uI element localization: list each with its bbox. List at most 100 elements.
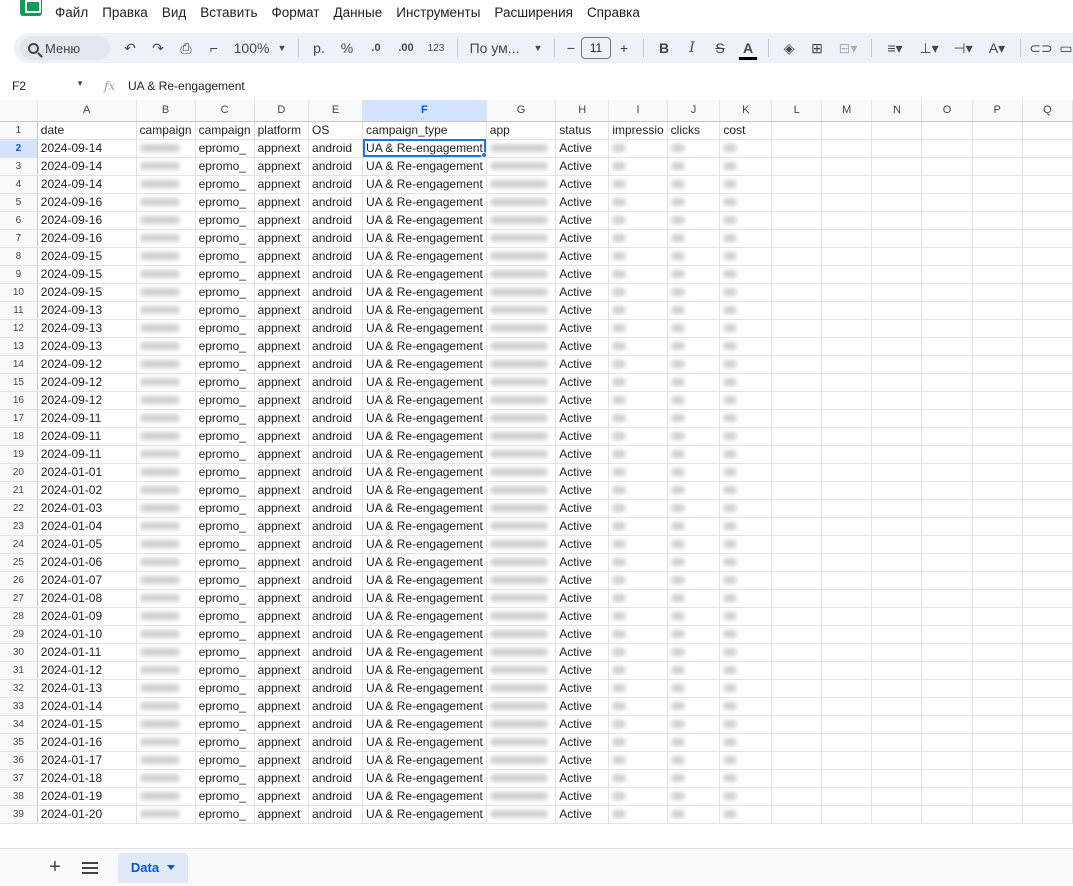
text-rotation-icon[interactable]: A▾ [980,35,1014,61]
campaign-type-cell[interactable]: UA & Re-engagement [362,301,487,320]
empty-cell[interactable] [1022,787,1073,806]
empty-cell[interactable] [972,301,1023,320]
campaign-type-cell[interactable]: UA & Re-engagement [362,553,487,572]
empty-cell[interactable] [771,121,823,140]
campaign-type-cell[interactable]: UA & Re-engagement [362,139,487,158]
empty-cell[interactable] [771,553,823,572]
row-number[interactable]: 15 [0,373,38,392]
campaign-cell[interactable] [136,589,196,608]
campaign-type-cell[interactable]: UA & Re-engagement [362,481,487,500]
empty-cell[interactable] [871,373,923,392]
impressions-cell[interactable] [608,319,668,338]
app-cell[interactable] [486,157,557,176]
empty-cell[interactable] [972,535,1023,554]
empty-cell[interactable] [821,463,873,482]
empty-cell[interactable] [1022,535,1073,554]
empty-cell[interactable] [771,733,823,752]
date-cell[interactable]: 2024-01-16 [37,733,137,752]
borders-icon[interactable]: ⊞ [803,35,831,61]
campaign-name-cell[interactable]: epromo_ [195,427,255,446]
campaign-cell[interactable] [136,373,196,392]
os-cell[interactable]: android [308,409,364,428]
empty-cell[interactable] [821,553,873,572]
row-number[interactable]: 3 [0,157,38,176]
campaign-type-cell[interactable]: UA & Re-engagement [362,571,487,590]
insert-comment-icon[interactable]: ▭ [1055,35,1073,61]
platform-cell[interactable]: appnext [254,427,310,446]
clicks-cell[interactable] [667,157,721,176]
campaign-type-cell[interactable]: UA & Re-engagement [362,697,487,716]
date-cell[interactable]: 2024-09-12 [37,373,137,392]
empty-cell[interactable] [871,265,923,284]
os-cell[interactable]: android [308,427,364,446]
campaign-name-cell[interactable]: epromo_ [195,805,255,824]
clicks-cell[interactable] [667,409,721,428]
campaign-cell[interactable] [136,607,196,626]
font-select[interactable]: По ум... ▼ [464,35,548,61]
empty-cell[interactable] [871,715,923,734]
date-cell[interactable]: 2024-09-15 [37,283,137,302]
row-number[interactable]: 21 [0,481,38,500]
fill-color-icon[interactable]: ◈ [775,35,803,61]
search-menu-button[interactable]: Меню [20,36,110,60]
os-cell[interactable]: android [308,625,364,644]
clicks-cell[interactable] [667,643,721,662]
campaign-cell[interactable] [136,283,196,302]
empty-cell[interactable] [871,427,923,446]
empty-cell[interactable] [921,679,973,698]
status-cell[interactable]: Active [555,319,610,338]
date-cell[interactable]: 2024-01-10 [37,625,137,644]
app-cell[interactable] [486,409,557,428]
clicks-cell[interactable] [667,589,721,608]
zoom-select[interactable]: 100% ▼ [228,35,292,61]
empty-cell[interactable] [972,643,1023,662]
impressions-cell[interactable] [608,409,668,428]
impressions-cell[interactable] [608,589,668,608]
empty-cell[interactable] [871,175,923,194]
menu-item[interactable]: Формат [264,3,326,22]
date-cell[interactable]: 2024-09-11 [37,409,137,428]
empty-cell[interactable] [972,571,1023,590]
empty-cell[interactable] [1022,247,1073,266]
empty-cell[interactable] [972,427,1023,446]
cost-cell[interactable] [719,715,773,734]
clicks-cell[interactable] [667,481,721,500]
date-cell[interactable]: 2024-01-17 [37,751,137,770]
cost-cell[interactable] [719,643,773,662]
campaign-name-cell[interactable]: epromo_ [195,625,255,644]
empty-cell[interactable] [771,175,823,194]
empty-cell[interactable] [1022,193,1073,212]
clicks-cell[interactable] [667,391,721,410]
campaign-cell[interactable] [136,769,196,788]
empty-cell[interactable] [921,211,973,230]
campaign-name-cell[interactable]: epromo_ [195,229,255,248]
row-number[interactable]: 37 [0,769,38,788]
date-cell[interactable]: 2024-01-15 [37,715,137,734]
empty-cell[interactable] [921,499,973,518]
campaign-name-cell[interactable]: epromo_ [195,787,255,806]
campaign-cell[interactable] [136,427,196,446]
app-cell[interactable] [486,265,557,284]
campaign-cell[interactable] [136,535,196,554]
clicks-cell[interactable] [667,553,721,572]
empty-cell[interactable] [821,769,873,788]
impressions-cell[interactable] [608,751,668,770]
impressions-cell[interactable] [608,679,668,698]
column-header[interactable]: I [608,100,668,122]
column-header[interactable]: L [771,100,823,122]
cost-cell[interactable] [719,427,773,446]
os-cell[interactable]: android [308,571,364,590]
platform-cell[interactable]: appnext [254,247,310,266]
campaign-cell[interactable] [136,265,196,284]
campaign-name-cell[interactable]: epromo_ [195,193,255,212]
os-cell[interactable]: android [308,319,364,338]
decrease-decimal-button[interactable]: .0 [361,35,391,61]
campaign-name-cell[interactable]: epromo_ [195,391,255,410]
empty-cell[interactable] [821,355,873,374]
app-cell[interactable] [486,751,557,770]
campaign-name-cell[interactable]: epromo_ [195,643,255,662]
empty-cell[interactable] [921,535,973,554]
empty-cell[interactable] [821,751,873,770]
campaign-name-cell[interactable]: epromo_ [195,247,255,266]
app-cell[interactable] [486,481,557,500]
